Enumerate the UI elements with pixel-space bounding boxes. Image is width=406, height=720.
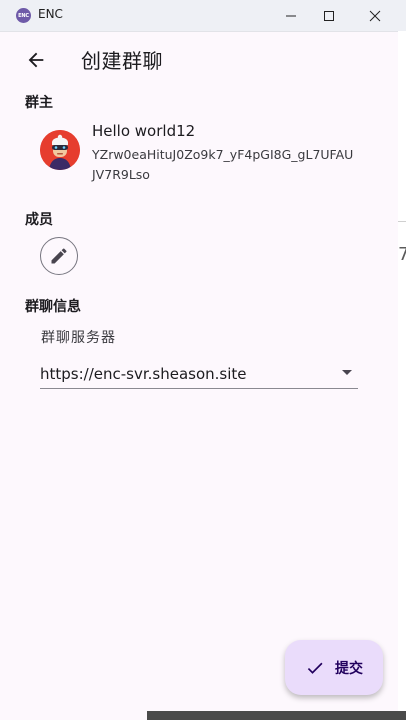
server-select[interactable]: https://enc-svr.sheason.site	[40, 362, 358, 389]
back-button[interactable]	[18, 42, 54, 78]
server-field-label: 群聊服务器	[41, 330, 116, 346]
server-select-value: https://enc-svr.sheason.site	[40, 365, 247, 383]
check-icon	[307, 662, 323, 674]
submit-button-label: 提交	[335, 660, 363, 677]
close-window-button[interactable]	[352, 0, 398, 31]
background-window-text: 7	[398, 244, 406, 265]
background-window-edge	[398, 31, 406, 720]
background-taskbar-edge	[147, 711, 406, 720]
background-divider	[398, 221, 406, 222]
window-title-bar: ENC ENC	[0, 0, 406, 32]
owner-section-label: 群主	[25, 95, 53, 111]
members-section-label: 成员	[25, 212, 53, 228]
group-info-section-label: 群聊信息	[25, 299, 81, 315]
page-title: 创建群聊	[81, 49, 163, 73]
owner-id: YZrw0eaHituJ0Zo9k7_yF4pGI8G_gL7UFAUJV7R9…	[92, 147, 354, 182]
robot-avatar-icon	[40, 130, 80, 170]
arrow-back-icon	[28, 52, 44, 68]
minimize-icon	[286, 15, 296, 16]
pencil-icon	[51, 248, 67, 264]
dropdown-arrow-icon	[342, 370, 352, 375]
maximize-icon	[324, 10, 334, 21]
owner-avatar	[40, 130, 80, 170]
app-logo-icon: ENC	[16, 8, 31, 23]
edit-members-button[interactable]	[40, 237, 78, 275]
owner-name: Hello world12	[92, 122, 196, 140]
submit-button[interactable]: 提交	[285, 640, 383, 695]
maximize-button[interactable]	[306, 0, 352, 31]
close-icon	[369, 10, 381, 21]
window-title: ENC	[38, 7, 63, 21]
